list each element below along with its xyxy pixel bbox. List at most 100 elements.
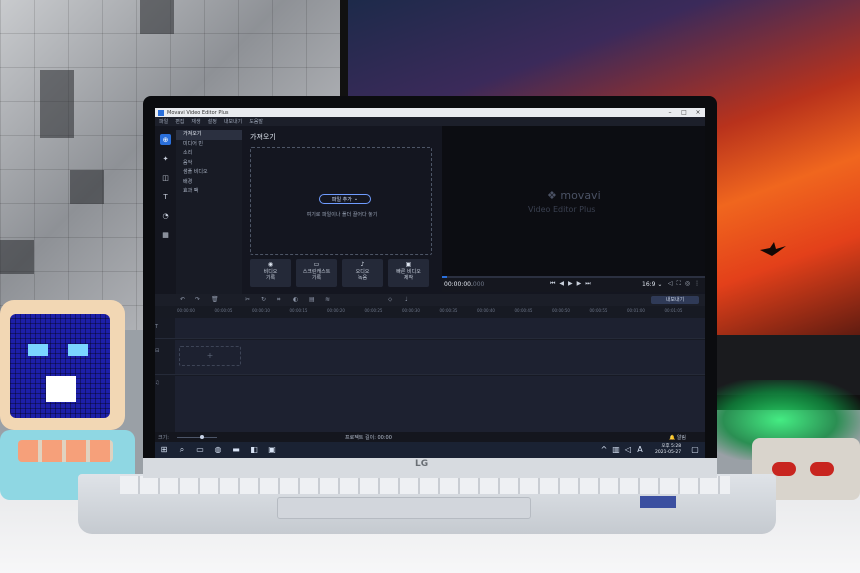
player-controls: ⏮ ◀ ▶ ▶ ⏭ <box>550 280 591 288</box>
robot-mouth <box>46 376 76 402</box>
more-tools-icon[interactable]: ▦ <box>160 229 171 240</box>
audio-track[interactable] <box>175 376 705 432</box>
more-icon[interactable]: ⋮ <box>694 280 700 288</box>
playback-progress[interactable] <box>442 276 705 278</box>
step-back-icon[interactable]: ◀ <box>559 280 564 288</box>
volume-icon[interactable]: ◁ <box>623 445 633 455</box>
side-item-sample-videos[interactable]: 샘플 비디오 <box>176 168 242 178</box>
record-video-button[interactable]: ◉ 비디오 기록 <box>250 259 291 287</box>
notification-center-icon[interactable]: ▢ <box>690 445 700 455</box>
menu-help[interactable]: 도움말 <box>249 118 263 125</box>
import-side-menu: 가져오기 미디어 빈 소리 음악 샘플 비디오 배경 효과 팩 <box>176 130 242 295</box>
maximize-icon[interactable]: □ <box>677 109 691 116</box>
edge-icon[interactable]: ◍ <box>213 445 223 455</box>
undo-icon[interactable]: ↶ <box>180 296 185 303</box>
tray-chevron-icon[interactable]: ^ <box>599 445 609 455</box>
store-icon[interactable]: ◧ <box>249 445 259 455</box>
media-dropzone[interactable]: 파일 추가 ⌄ 여기로 파일이나 폴더 끌어다 놓기 <box>250 147 432 255</box>
taskbar-clock[interactable]: 오후 5:28 2021-05-27 <box>655 444 681 456</box>
close-icon[interactable]: × <box>691 109 705 116</box>
play-icon[interactable]: ▶ <box>568 280 573 288</box>
fullscreen-icon[interactable]: ⛶ <box>677 280 681 288</box>
zoom-slider-handle[interactable] <box>200 435 204 439</box>
import-icon[interactable]: ⊕ <box>160 134 171 145</box>
clip-properties-icon[interactable]: ▤ <box>309 296 315 303</box>
movavi-taskbar-icon[interactable]: ▣ <box>267 445 277 455</box>
record-audio-button[interactable]: ♪ 오디오 녹음 <box>342 259 383 287</box>
scale-label: 크기: <box>158 435 169 441</box>
drop-hint: 여기로 파일이나 폴더 끌어다 놓기 <box>306 212 378 218</box>
side-item-import[interactable]: 가져오기 <box>176 130 242 140</box>
zoom-slider[interactable] <box>177 437 217 438</box>
tool-rail: ⊕ ✦ ◫ T ◔ ▦ <box>155 126 176 296</box>
menu-playback[interactable]: 재생 <box>191 118 200 125</box>
lg-logo: LG <box>415 459 429 469</box>
ruler-tick-label: 00:00:35 <box>439 308 458 313</box>
file-explorer-icon[interactable]: ▬ <box>231 445 241 455</box>
quick-video-button[interactable]: ▣ 빠른 비디오 제작 <box>388 259 429 287</box>
skip-end-icon[interactable]: ⏭ <box>585 280 590 288</box>
windows-start-icon[interactable]: ⊞ <box>159 445 169 455</box>
side-item-backgrounds[interactable]: 배경 <box>176 178 242 188</box>
rotate-icon[interactable]: ↻ <box>261 296 266 303</box>
delete-icon[interactable]: 🗑 <box>211 296 219 303</box>
add-files-button[interactable]: 파일 추가 ⌄ <box>319 194 371 204</box>
add-clip-placeholder[interactable]: + <box>179 346 241 366</box>
skip-start-icon[interactable]: ⏮ <box>550 280 555 288</box>
aspect-ratio-value: 16:9 <box>642 281 656 288</box>
snapshot-icon[interactable]: ◎ <box>685 280 690 288</box>
task-view-icon[interactable]: ▭ <box>195 445 205 455</box>
laptop-chin <box>143 458 717 478</box>
menu-export[interactable]: 내보내기 <box>224 118 242 125</box>
windows-taskbar: ⊞ ⌕ ▭ ◍ ▬ ◧ ▣ ^ ▥ ◁ A 오후 5:28 2021-05-27… <box>155 442 705 458</box>
video-track-icon: ⊟ <box>155 348 160 354</box>
screen-icon: ▭ <box>313 261 320 268</box>
marker-icon[interactable]: ⬦ <box>388 296 392 304</box>
side-item-music[interactable]: 음악 <box>176 159 242 169</box>
stickers-icon[interactable]: ◔ <box>160 210 171 221</box>
laptop-touchpad <box>277 497 531 519</box>
video-track[interactable] <box>175 340 705 374</box>
robot-eye <box>28 344 48 356</box>
step-forward-icon[interactable]: ▶ <box>577 280 582 288</box>
player-bar: 00:00:00.000 ⏮ ◀ ▶ ▶ ⏭ 16:9 ⌄ ◁ ⛶ ◎ ⋮ <box>442 276 705 292</box>
menu-edit[interactable]: 편집 <box>175 118 184 125</box>
cut-icon[interactable]: ✂ <box>245 296 250 303</box>
export-button[interactable]: 내보내기 <box>651 296 699 304</box>
minimize-icon[interactable]: – <box>663 109 677 116</box>
wall-tile <box>70 170 104 204</box>
notifications[interactable]: 🔔 알림 <box>669 434 686 441</box>
movavi-logo: ❖ movavi <box>547 189 601 202</box>
timeline-ruler[interactable]: 00:00:00 00:00:05 00:00:10 00:00:15 00:00:20… <box>155 306 705 318</box>
side-item-sounds[interactable]: 소리 <box>176 149 242 159</box>
redo-icon[interactable]: ↷ <box>195 296 200 303</box>
record-screencast-button[interactable]: ▭ 스크린캐스트 기록 <box>296 259 337 287</box>
menu-settings[interactable]: 설정 <box>208 118 217 125</box>
ime-icon[interactable]: A <box>635 445 645 455</box>
wall-tile <box>40 70 74 138</box>
magic-wand-icon[interactable]: ✦ <box>160 153 171 164</box>
ruler-tick-label: 00:00:20 <box>327 308 345 313</box>
color-icon[interactable]: ◐ <box>293 296 298 303</box>
volume-icon[interactable]: ◁ <box>668 280 673 288</box>
timecode: 00:00:00.000 <box>444 281 485 288</box>
aspect-ratio-select[interactable]: 16:9 ⌄ <box>642 281 662 288</box>
side-item-effect-packs[interactable]: 효과 팩 <box>176 187 242 197</box>
search-icon[interactable]: ⌕ <box>177 445 187 455</box>
record-audio-line2: 녹음 <box>357 275 368 281</box>
microphone-icon[interactable]: ♩ <box>405 296 408 303</box>
title-track[interactable] <box>175 318 705 338</box>
crop-icon[interactable]: ⌗ <box>277 296 280 304</box>
window-controls: – □ × <box>663 109 705 116</box>
pixel-speaker-robot <box>0 300 135 500</box>
network-icon[interactable]: ▥ <box>611 445 621 455</box>
side-item-media-bin[interactable]: 미디어 빈 <box>176 140 242 150</box>
webcam-icon: ◉ <box>267 261 274 268</box>
audio-icon[interactable]: ≋ <box>325 296 330 303</box>
ruler-tick-label: 00:00:05 <box>214 308 233 313</box>
robot-pixel-face <box>10 314 110 418</box>
menu-file[interactable]: 파일 <box>159 118 168 125</box>
transitions-icon[interactable]: ◫ <box>160 172 171 183</box>
titles-icon[interactable]: T <box>160 191 171 202</box>
playback-progress-fill <box>442 276 448 278</box>
